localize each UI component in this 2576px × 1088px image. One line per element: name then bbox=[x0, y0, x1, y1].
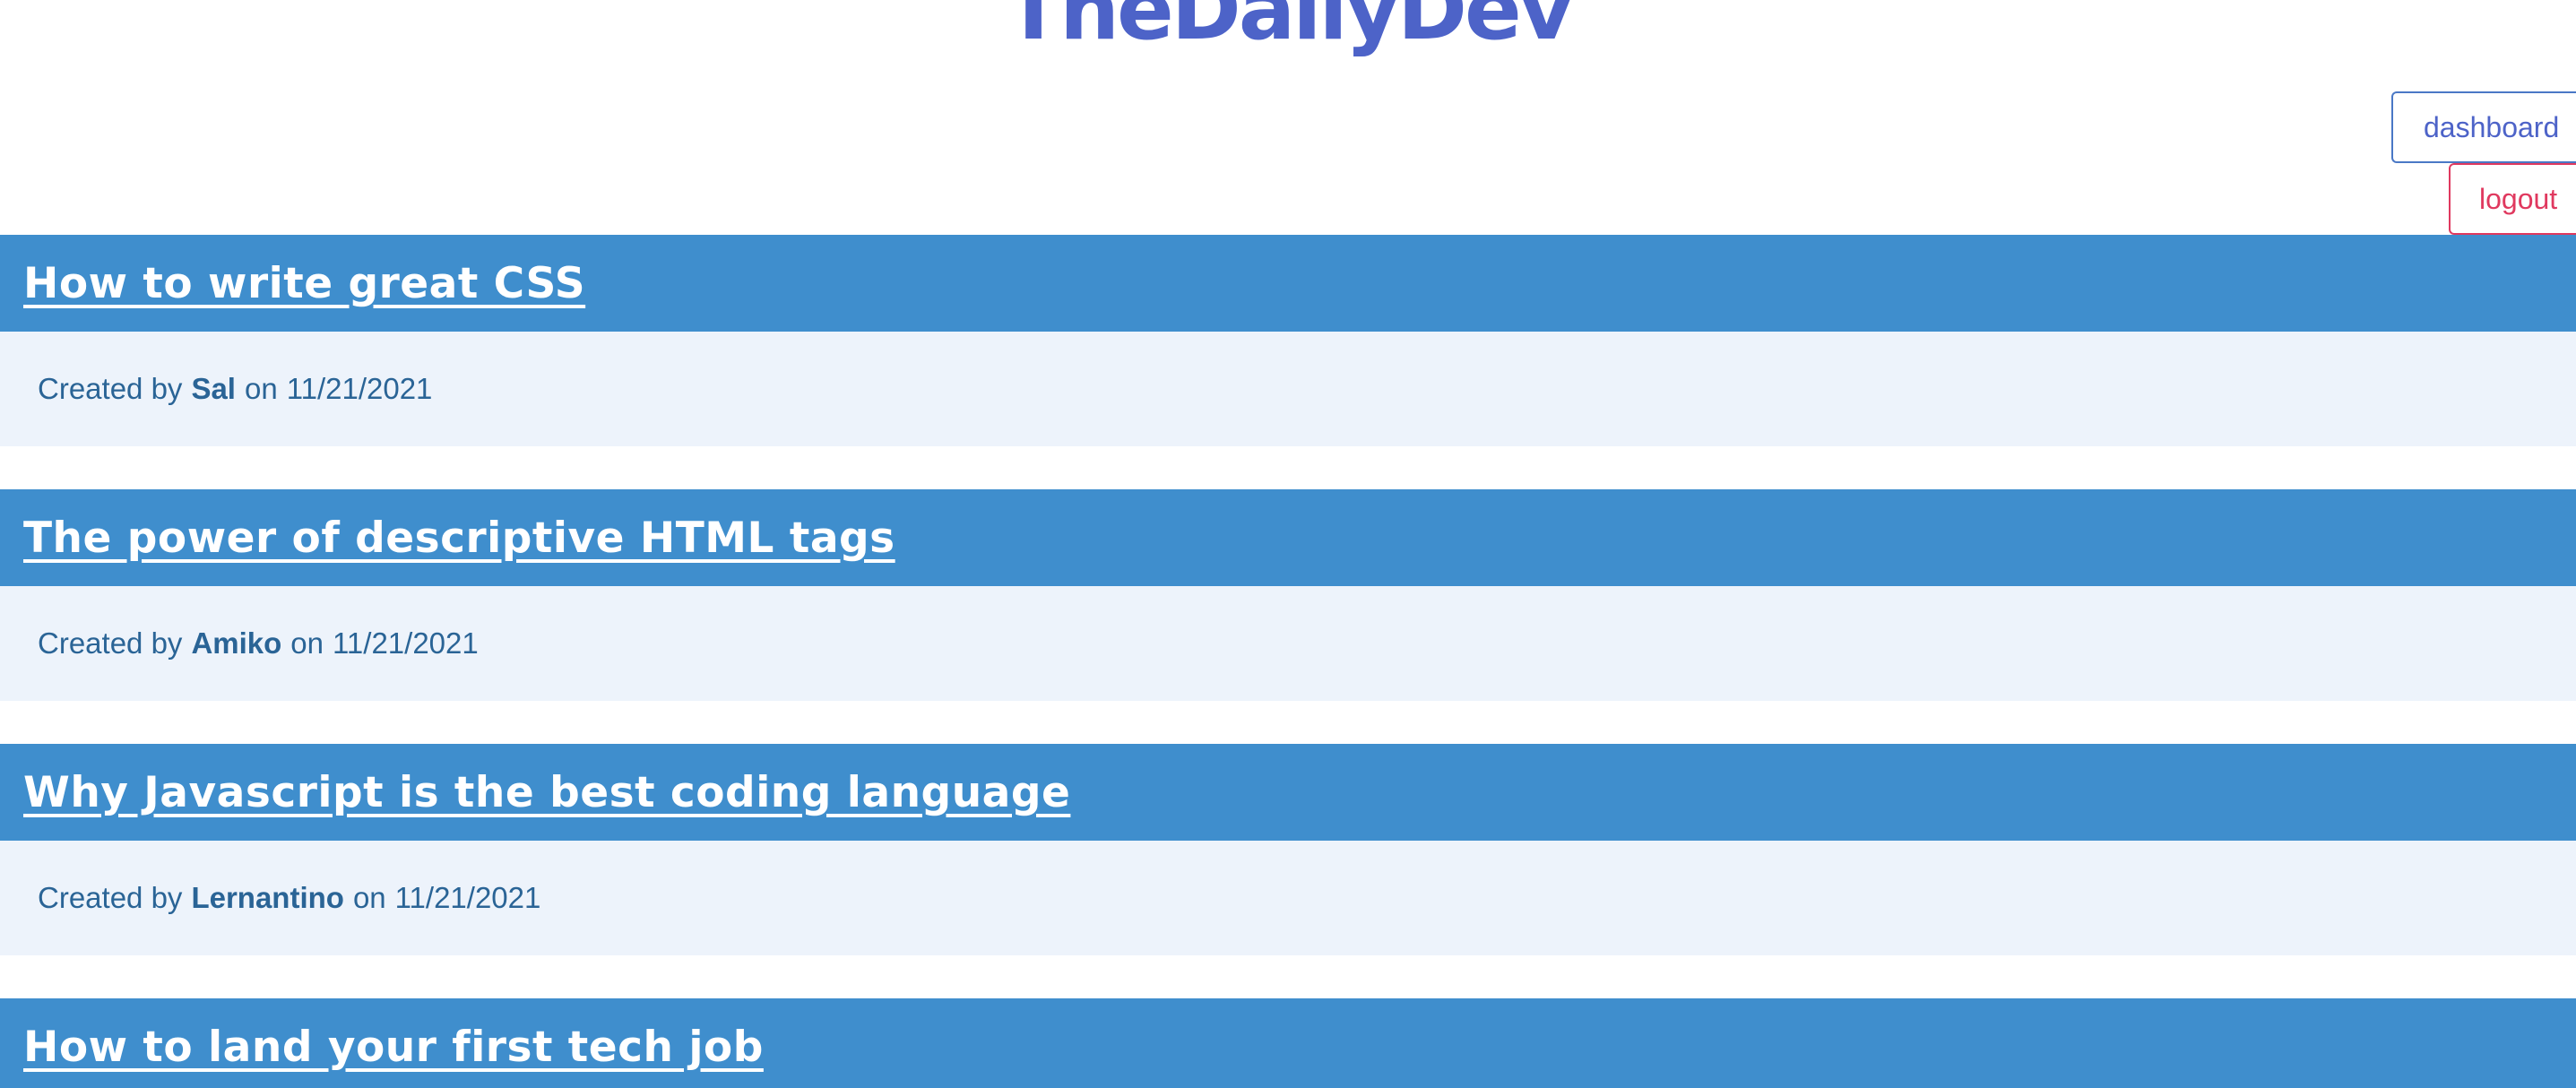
post-card: The power of descriptive HTML tags Creat… bbox=[0, 489, 2576, 701]
post-title-link[interactable]: How to write great CSS bbox=[23, 259, 585, 308]
post-header: Why Javascript is the best coding langua… bbox=[0, 744, 2576, 841]
post-author: Lernantino bbox=[191, 881, 344, 914]
post-date: 11/21/2021 bbox=[286, 372, 433, 405]
site-title: TheDailyDev bbox=[1004, 0, 1574, 59]
logout-button[interactable]: logout bbox=[2449, 163, 2576, 235]
post-title-link[interactable]: How to land your first tech job bbox=[23, 1023, 764, 1072]
post-card: Why Javascript is the best coding langua… bbox=[0, 744, 2576, 955]
post-meta: Created by Sal on 11/21/2021 bbox=[0, 332, 2576, 446]
post-header: The power of descriptive HTML tags bbox=[0, 489, 2576, 586]
created-by-label: Created by bbox=[38, 626, 183, 660]
dashboard-button[interactable]: dashboard bbox=[2391, 91, 2576, 163]
post-date: 11/21/2021 bbox=[394, 881, 541, 914]
post-card: How to write great CSS Created by Sal on… bbox=[0, 235, 2576, 446]
post-author: Amiko bbox=[191, 626, 282, 660]
post-title-link[interactable]: The power of descriptive HTML tags bbox=[23, 514, 895, 563]
post-header: How to write great CSS bbox=[0, 235, 2576, 332]
post-meta: Created by Lernantino on 11/21/2021 bbox=[0, 841, 2576, 955]
on-label: on bbox=[352, 881, 386, 914]
on-label: on bbox=[244, 372, 278, 405]
post-date: 11/21/2021 bbox=[333, 626, 479, 660]
on-label: on bbox=[290, 626, 324, 660]
post-header: How to land your first tech job bbox=[0, 998, 2576, 1088]
post-list: How to write great CSS Created by Sal on… bbox=[0, 235, 2576, 1088]
post-meta: Created by Amiko on 11/21/2021 bbox=[0, 586, 2576, 701]
post-card: How to land your first tech job bbox=[0, 998, 2576, 1088]
created-by-label: Created by bbox=[38, 881, 183, 914]
post-title-link[interactable]: Why Javascript is the best coding langua… bbox=[23, 768, 1070, 817]
post-author: Sal bbox=[191, 372, 236, 405]
created-by-label: Created by bbox=[38, 372, 183, 405]
page: TheDailyDev dashboard logout How to writ… bbox=[0, 0, 2576, 1088]
